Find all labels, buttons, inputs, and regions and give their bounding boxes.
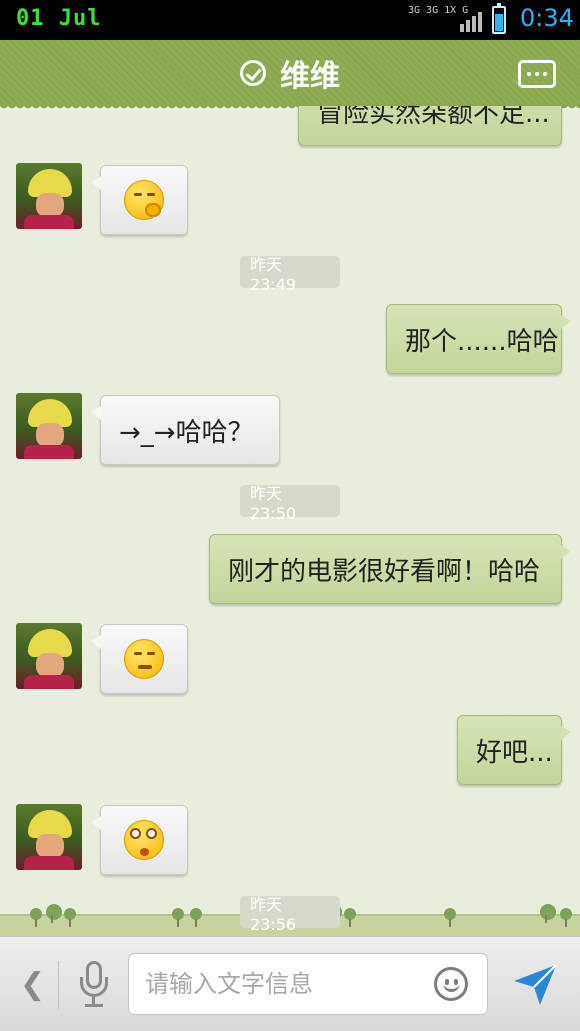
status-bar: 01 Jul 3G 3G 1X G 0:34 bbox=[0, 0, 580, 40]
received-message-bubble[interactable] bbox=[91, 165, 188, 235]
battery-icon bbox=[492, 3, 506, 34]
message-text: 冒险实然朵额不足... bbox=[317, 106, 550, 129]
received-message-bubble[interactable]: →_→哈哈？ bbox=[91, 395, 280, 465]
hand-over-mouth-emoji bbox=[124, 180, 164, 220]
message-text: 那个......哈哈 bbox=[405, 326, 559, 357]
back-icon[interactable]: ❮ bbox=[20, 967, 45, 1002]
dizzy-emoji bbox=[124, 820, 164, 860]
message-text-field[interactable] bbox=[145, 954, 415, 1014]
message-text: 刚才的电影很好看啊！哈哈 bbox=[228, 556, 541, 587]
timestamp-separator: 昨天 23:50 bbox=[240, 484, 340, 523]
received-message-bubble[interactable] bbox=[91, 805, 188, 875]
contact-avatar[interactable] bbox=[16, 804, 82, 870]
smiley-icon[interactable] bbox=[434, 967, 468, 1001]
message-text: 好吧... bbox=[476, 737, 553, 768]
timestamp-separator: 昨天 23:49 bbox=[240, 255, 340, 294]
sent-message-bubble[interactable]: 冒险实然朵额不足... bbox=[298, 106, 562, 146]
contact-avatar[interactable] bbox=[16, 393, 82, 459]
status-date: 01 Jul bbox=[16, 6, 102, 31]
status-time: 0:34 bbox=[520, 4, 574, 32]
send-icon[interactable] bbox=[512, 961, 558, 1007]
received-message-bubble[interactable] bbox=[91, 624, 188, 694]
message-list[interactable]: 冒险实然朵额不足... 昨天 23:49 那个......哈哈 →_→哈哈？ 昨… bbox=[0, 106, 580, 936]
message-input[interactable] bbox=[128, 953, 488, 1015]
more-options-button[interactable] bbox=[518, 60, 556, 88]
timestamp-separator: 昨天 23:56 bbox=[240, 895, 340, 934]
microphone-icon[interactable] bbox=[80, 961, 108, 1011]
signal-icon bbox=[460, 10, 484, 32]
sent-message-bubble[interactable]: 那个......哈哈 bbox=[386, 304, 571, 374]
check-circle-icon bbox=[240, 60, 266, 86]
sent-message-bubble[interactable]: 好吧... bbox=[457, 715, 571, 785]
unamused-emoji bbox=[124, 639, 164, 679]
contact-avatar[interactable] bbox=[16, 163, 82, 229]
contact-name-title[interactable]: 维维 bbox=[280, 51, 340, 95]
contact-avatar[interactable] bbox=[16, 623, 82, 689]
sent-message-bubble[interactable]: 刚才的电影很好看啊！哈哈 bbox=[209, 534, 571, 604]
message-text: →_→哈哈？ bbox=[119, 417, 254, 448]
chat-header: 维维 bbox=[0, 40, 580, 112]
divider bbox=[58, 961, 59, 1009]
message-input-bar: ❮ bbox=[0, 936, 580, 1031]
